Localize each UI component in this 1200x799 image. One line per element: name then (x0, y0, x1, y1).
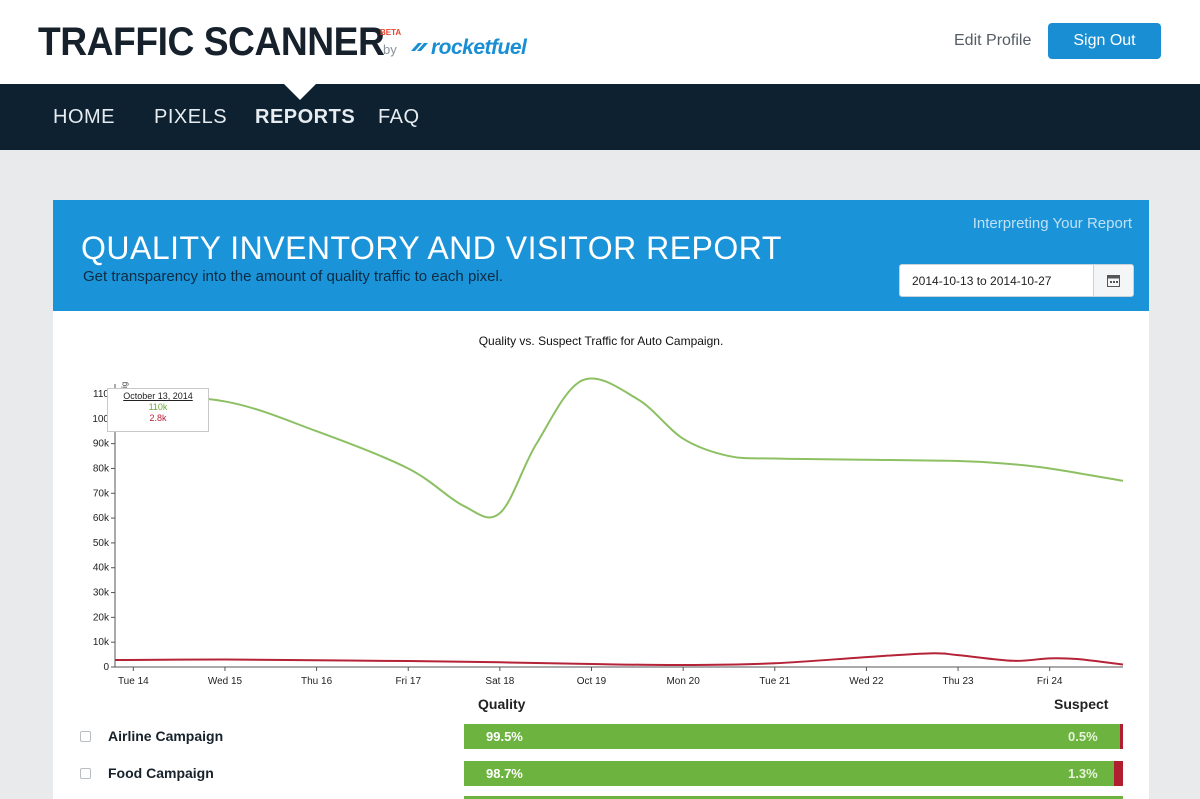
top-header: TRAFFIC SCANNER BETA by rocketfuel Edit … (0, 0, 1200, 84)
nav-faq[interactable]: FAQ (378, 106, 420, 129)
calendar-button[interactable] (1093, 265, 1133, 296)
suspect-percent: 1.3% (1068, 766, 1098, 781)
campaign-checkbox[interactable] (80, 768, 91, 779)
campaign-checkbox[interactable] (80, 731, 91, 742)
nav-home[interactable]: HOME (53, 106, 115, 129)
chart-tooltip: October 13, 2014 110k 2.8k (107, 388, 209, 432)
brand-title: TRAFFIC SCANNER (38, 20, 385, 64)
calendar-icon (1107, 275, 1120, 287)
campaign-name[interactable]: Airline Campaign (108, 728, 223, 744)
quality-column-header: Quality (478, 696, 526, 712)
interpreting-report-link[interactable]: Interpreting Your Report (973, 215, 1132, 232)
tooltip-date: October 13, 2014 (123, 391, 193, 401)
chart-title: Quality vs. Suspect Traffic for Auto Cam… (478, 334, 724, 348)
active-nav-caret (284, 84, 316, 100)
y-tick-label: 80k (93, 463, 110, 474)
y-tick-label: 20k (93, 612, 110, 623)
x-tick-label: Fri 17 (395, 676, 421, 687)
y-tick-label: 40k (93, 563, 110, 574)
rocketfuel-logo: rocketfuel (410, 36, 527, 60)
report-panel: Interpreting Your Report QUALITY INVENTO… (53, 200, 1149, 799)
campaign-row: Airline Campaign 99.5% 0.5% (53, 724, 1149, 750)
x-tick-label: Fri 24 (1037, 676, 1063, 687)
tooltip-suspect-value: 2.8k (149, 413, 167, 423)
date-range-picker[interactable]: 2014-10-13 to 2014-10-27 (899, 264, 1134, 297)
series-layer (114, 377, 1124, 667)
report-subtitle: Get transparency into the amount of qual… (83, 268, 503, 285)
x-tick-label: Wed 15 (208, 676, 243, 687)
y-tick-label: 90k (93, 439, 110, 450)
suspect-bar-segment (1120, 724, 1123, 749)
series-line-quality[interactable] (114, 377, 1124, 519)
tooltip-quality-value: 110k (148, 402, 168, 412)
x-tick-label: Oct 19 (577, 676, 607, 687)
rocketfuel-text: rocketfuel (431, 36, 527, 59)
rocketfuel-mark-icon (411, 43, 428, 51)
campaign-row: Food Campaign 98.7% 1.3% (53, 761, 1149, 787)
report-title: QUALITY INVENTORY AND VISITOR REPORT (81, 230, 782, 266)
quality-percent: 98.7% (486, 766, 523, 781)
x-tick-label: Mon 20 (666, 676, 700, 687)
y-tick-label: 30k (93, 588, 110, 599)
x-tick-label: Tue 21 (759, 676, 790, 687)
quality-suspect-bar: 99.5% 0.5% (464, 724, 1123, 749)
x-tick-label: Thu 16 (301, 676, 333, 687)
edit-profile-link[interactable]: Edit Profile (954, 32, 1031, 50)
quality-percent: 99.5% (486, 729, 523, 744)
y-tick-label: 60k (93, 513, 110, 524)
y-tick-label: 0 (103, 662, 109, 673)
brand-by-text: by (383, 42, 397, 57)
x-axis: Tue 14 Wed 15 Thu 16 Fri 17 Sat 18 Oct 19 Mon … (115, 666, 1123, 687)
x-tick-label: Sat 18 (485, 676, 514, 687)
quality-suspect-bar: 98.7% 1.3% (464, 761, 1123, 786)
sign-out-button[interactable]: Sign Out (1048, 23, 1161, 59)
beta-badge: BETA (380, 28, 402, 37)
y-tick-label: 10k (93, 637, 110, 648)
x-tick-label: Wed 22 (849, 676, 884, 687)
report-header: Interpreting Your Report QUALITY INVENTO… (53, 200, 1149, 311)
traffic-line-chart[interactable]: 010k20k30k40k50k60k70k80k90k100110 Tue 1… (53, 360, 1149, 690)
suspect-bar-segment (1114, 761, 1123, 786)
suspect-column-header: Suspect (1054, 696, 1109, 712)
series-line-suspect[interactable] (114, 652, 1124, 667)
x-tick-label: Thu 23 (942, 676, 974, 687)
x-tick-label: Tue 14 (118, 676, 149, 687)
nav-reports[interactable]: REPORTS (255, 106, 355, 129)
campaign-name[interactable]: Food Campaign (108, 765, 214, 781)
y-tick-label: 70k (93, 488, 110, 499)
suspect-percent: 0.5% (1068, 729, 1098, 744)
y-tick-label: 50k (93, 538, 110, 549)
date-range-value[interactable]: 2014-10-13 to 2014-10-27 (912, 274, 1051, 288)
nav-pixels[interactable]: PIXELS (154, 106, 227, 129)
